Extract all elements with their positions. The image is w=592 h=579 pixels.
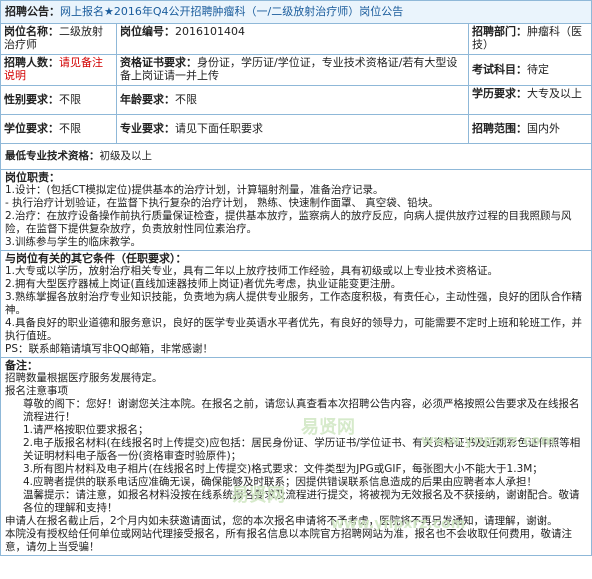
duties-heading: 岗位职责： xyxy=(5,171,60,184)
grid-row-4: 学位要求：不限 专业要求：请见下面任职要求 招聘范围：国内外 xyxy=(1,115,591,144)
note-line: 招聘数量根据医疗服务发展待定。 xyxy=(5,372,163,384)
age-value: 不限 xyxy=(175,93,197,106)
requirement-line: 2.拥有大型医疗器械上岗证(直线加速器技师上岗证)者优先考虑，执业证能变更注册。 xyxy=(5,278,402,290)
headcount-cell: 招聘人数：请见备注说明 xyxy=(1,55,117,85)
headcount-label: 招聘人数： xyxy=(4,56,59,69)
degree-cell: 学位要求：不限 xyxy=(1,115,117,143)
exam-subject-value: 待定 xyxy=(527,63,549,76)
position-name-cell: 岗位名称：二级放射治疗师 xyxy=(1,24,117,54)
min-qualification-label: 最低专业技术资格： xyxy=(5,150,100,162)
exam-subject-label: 考试科目： xyxy=(472,63,527,76)
requirement-line: 3.熟练掌握各放射治疗专业知识技能，负责地为病人提供专业服务，工作态度积极，有责… xyxy=(5,291,583,316)
note-line: 申请人在报名截止后，2个月内如未获邀请面试，您的本次报名申请将不予考虑，医院将不… xyxy=(5,515,558,527)
posting-title-bar: 招聘公告：网上报名★2016年Q4公开招聘肿瘤科（一/二级放射治疗师）岗位公告 xyxy=(1,1,591,24)
posting-title-label: 招聘公告： xyxy=(5,5,60,18)
requirement-line: 1.大专或以学历，放射治疗相关专业，具有二年以上放疗技师工作经验，具有初级或以上… xyxy=(5,265,499,277)
posting-title-link[interactable]: 网上报名★2016年Q4公开招聘肿瘤科（一/二级放射治疗师）岗位公告 xyxy=(60,5,403,18)
grid-row-2: 招聘人数：请见备注说明 资格证书要求：身份证，学历证/学位证，专业技术资格证/若… xyxy=(1,55,591,86)
education-cell: 学历要求：大专及以上 xyxy=(469,86,591,114)
major-cell: 专业要求：请见下面任职要求 xyxy=(117,115,469,143)
grid-row-1: 岗位名称：二级放射治疗师 岗位编号：2016101404 招聘部门：肿瘤科（医技… xyxy=(1,24,591,55)
scope-label: 招聘范围： xyxy=(472,122,527,135)
duty-line: 1.设计：(包括CT模拟定位)提供基本的治疗计划，计算辐射剂量，准备治疗记录。 xyxy=(5,184,384,196)
age-label: 年龄要求： xyxy=(120,93,175,106)
degree-value: 不限 xyxy=(59,122,81,135)
requirement-line: PS：联系邮箱请填写非QQ邮箱，非常感谢！ xyxy=(5,343,214,355)
certificate-cell: 资格证书要求：身份证，学历证/学位证，专业技术资格证/若有大型设备上岗证请一并上… xyxy=(117,55,469,85)
gender-cell: 性别要求：不限 xyxy=(1,86,117,114)
age-cell: 年龄要求：不限 xyxy=(117,86,469,114)
duty-line: - 执行治疗计划验证，在监督下执行复杂的治疗计划， 熟练、快速制作面罩、 真空袋… xyxy=(5,197,439,209)
education-value: 大专及以上 xyxy=(527,87,582,100)
note-line: 4.应聘者提供的联系电话应准确无误，确保能够及时联系；因提供错误联系信息造成的后… xyxy=(23,476,538,488)
department-label: 招聘部门： xyxy=(472,25,527,38)
duty-line: 3.训练参与学生的临床教学。 xyxy=(5,236,142,248)
position-code-cell: 岗位编号：2016101404 xyxy=(117,24,469,54)
notes-section: 备注： 招聘数量根据医疗服务发展待定。 报名注意事项 尊敬的阁下：您好！谢谢您关… xyxy=(1,358,591,555)
note-line: 2.电子版报名材料(在线报名时上传提交)应包括：居民身份证、学历证书/学位证书、… xyxy=(23,437,581,462)
gender-value: 不限 xyxy=(59,93,81,106)
gender-label: 性别要求： xyxy=(4,93,59,106)
major-value: 请见下面任职要求 xyxy=(175,122,263,135)
duties-section: 岗位职责： 1.设计：(包括CT模拟定位)提供基本的治疗计划，计算辐射剂量，准备… xyxy=(1,170,591,251)
scope-cell: 招聘范围：国内外 xyxy=(469,115,591,143)
grid-row-3: 性别要求：不限 年龄要求：不限 学历要求：大专及以上 xyxy=(1,86,591,115)
education-label: 学历要求： xyxy=(472,87,527,100)
min-qualification-row: 最低专业技术资格：初级及以上 xyxy=(1,144,591,170)
position-name-label: 岗位名称： xyxy=(4,25,59,38)
note-line: 报名注意事项 xyxy=(5,385,68,397)
department-cell: 招聘部门：肿瘤科（医技） xyxy=(469,24,591,54)
duty-line: 2.治疗：在放疗设备操作前执行质量保证检查，提供基本放疗，监察病人的放疗反应，向… xyxy=(5,210,572,235)
notes-heading: 备注： xyxy=(5,359,38,372)
scope-value: 国内外 xyxy=(527,122,560,135)
position-code-value: 2016101404 xyxy=(175,25,245,38)
position-code-label: 岗位编号： xyxy=(120,25,175,38)
certificate-label: 资格证书要求： xyxy=(120,56,197,69)
major-label: 专业要求： xyxy=(120,122,175,135)
requirements-heading: 与岗位有关的其它条件（任职要求）： xyxy=(5,252,187,265)
note-line: 3.所有图片材料及电子相片(在线报名时上传提交)格式要求：文件类型为JPG或GI… xyxy=(23,463,543,475)
note-line: 本院没有授权给任何单位或网站代理接受报名，所有报名信息以本院官方招聘网站为准，报… xyxy=(5,528,572,553)
requirements-section: 与岗位有关的其它条件（任职要求）： 1.大专或以学历，放射治疗相关专业，具有二年… xyxy=(1,251,591,358)
note-line: 温馨提示：请注意，如报名材料没按在线系统报名要求及流程进行提交，将被视为无效报名… xyxy=(23,489,580,514)
requirement-line: 4.具备良好的职业道德和服务意识，良好的医学专业英语水平者优先，有良好的领导力，… xyxy=(5,317,583,342)
note-line: 1.请严格按职位要求报名； xyxy=(23,424,149,436)
exam-subject-cell: 考试科目：待定 xyxy=(469,55,591,85)
degree-label: 学位要求： xyxy=(4,122,59,135)
min-qualification-value: 初级及以上 xyxy=(99,150,153,162)
note-line: 尊敬的阁下：您好！谢谢您关注本院。在报名之前，请您认真查看本次招聘公告内容，必须… xyxy=(23,398,580,423)
job-posting-page: 招聘公告：网上报名★2016年Q4公开招聘肿瘤科（一/二级放射治疗师）岗位公告 … xyxy=(0,0,592,556)
